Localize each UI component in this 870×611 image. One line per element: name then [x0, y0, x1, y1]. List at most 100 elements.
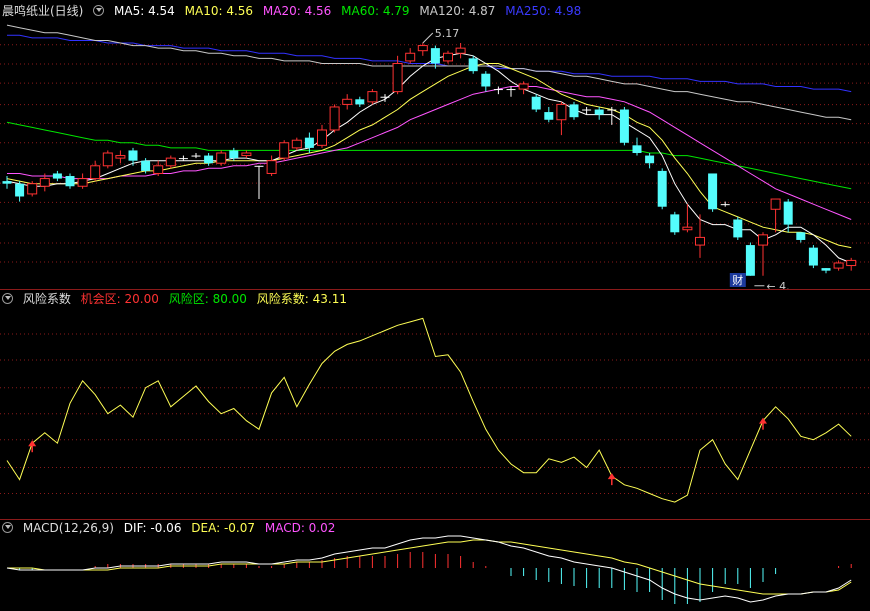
- candle: [594, 106, 604, 120]
- candle: [27, 181, 38, 197]
- candle-body: [65, 176, 75, 187]
- candle-body: [417, 45, 428, 52]
- candle-body: [90, 165, 101, 180]
- candle: [708, 173, 718, 212]
- candle-body: [619, 109, 629, 143]
- candle-body: [821, 268, 831, 271]
- candle-body: [405, 52, 416, 62]
- candle-body: [544, 112, 554, 120]
- candle-body: [833, 262, 844, 269]
- candle: [808, 245, 818, 269]
- candle-body: [254, 165, 264, 167]
- candle: [342, 94, 353, 110]
- candle-body: [582, 109, 592, 111]
- moving-average-lines: [6, 24, 852, 264]
- candle: [52, 170, 62, 182]
- candle: [90, 160, 101, 182]
- candle: [556, 101, 567, 136]
- stock-chart[interactable]: 5.17 ← 4. 财: [0, 0, 870, 611]
- candle-body: [430, 48, 440, 64]
- candle: [619, 106, 629, 146]
- candle-body: [392, 62, 403, 93]
- risk-coefficient-series: [6, 317, 852, 503]
- candle-body: [556, 103, 567, 121]
- candle-body: [342, 98, 353, 105]
- candle-body: [115, 155, 126, 159]
- candle: [254, 165, 264, 200]
- candle-body: [468, 58, 478, 72]
- candle: [241, 150, 252, 159]
- candle: [291, 137, 302, 151]
- candle-body: [682, 226, 693, 231]
- candle: [115, 150, 126, 164]
- candle: [645, 153, 655, 169]
- candle: [405, 48, 416, 64]
- candle: [821, 268, 831, 274]
- candle-body: [52, 173, 62, 179]
- candle-body: [645, 155, 655, 164]
- buy-signal-arrow: [759, 417, 767, 424]
- risk-gridlines: [0, 333, 870, 494]
- candle-body: [796, 232, 806, 240]
- candle-body: [695, 236, 705, 246]
- candle: [178, 155, 188, 161]
- candle-body: [367, 91, 378, 103]
- candle: [165, 155, 176, 169]
- macd-series: [6, 535, 852, 604]
- candle: [128, 147, 138, 166]
- candle: [317, 124, 327, 148]
- candle-body: [204, 155, 214, 164]
- candle-body: [216, 152, 227, 164]
- high-marker-line: [422, 32, 434, 44]
- candle-body: [846, 259, 857, 267]
- candle: [191, 153, 201, 159]
- candle: [506, 86, 516, 97]
- candle: [2, 176, 12, 189]
- candle-body: [77, 178, 88, 187]
- candle: [216, 150, 227, 166]
- candle-body: [531, 96, 541, 110]
- risk-coefficient-line: [6, 317, 852, 503]
- candle-body: [506, 89, 516, 91]
- candle-body: [304, 137, 314, 148]
- candle: [657, 168, 667, 210]
- candle: [796, 232, 806, 243]
- candle-body: [102, 152, 113, 167]
- candle: [607, 106, 617, 125]
- candle: [329, 104, 340, 133]
- candle-body: [657, 170, 667, 207]
- candle: [770, 198, 781, 233]
- candle: [733, 216, 743, 240]
- candle-body: [720, 204, 730, 206]
- candle-body: [279, 142, 290, 159]
- candle-body: [355, 99, 365, 105]
- dif-line: [6, 535, 852, 603]
- candle-body: [607, 109, 617, 111]
- candle-body: [241, 152, 252, 157]
- candle: [833, 260, 844, 271]
- candle: [758, 232, 768, 276]
- annotations: 5.17 ← 4. 财: [422, 27, 790, 293]
- candle: [417, 43, 428, 56]
- candle: [279, 140, 290, 161]
- candle-body: [153, 165, 164, 174]
- candle-body: [380, 96, 390, 98]
- candle-body: [165, 157, 176, 167]
- candle: [443, 50, 453, 64]
- candle-body: [481, 73, 491, 87]
- candle-body: [770, 198, 781, 210]
- low-price-label: ← 4.: [766, 280, 789, 293]
- candle: [455, 43, 466, 59]
- candle-body: [493, 89, 503, 91]
- candle-body: [141, 160, 151, 171]
- candle-body: [329, 106, 340, 131]
- candle-body: [443, 52, 453, 62]
- candle: [65, 173, 75, 189]
- candle-body: [178, 158, 188, 160]
- dea-line: [7, 539, 852, 595]
- candle: [481, 71, 491, 92]
- candle-body: [27, 183, 38, 195]
- candle: [102, 150, 113, 169]
- candle: [531, 94, 541, 113]
- candle-body: [670, 214, 680, 233]
